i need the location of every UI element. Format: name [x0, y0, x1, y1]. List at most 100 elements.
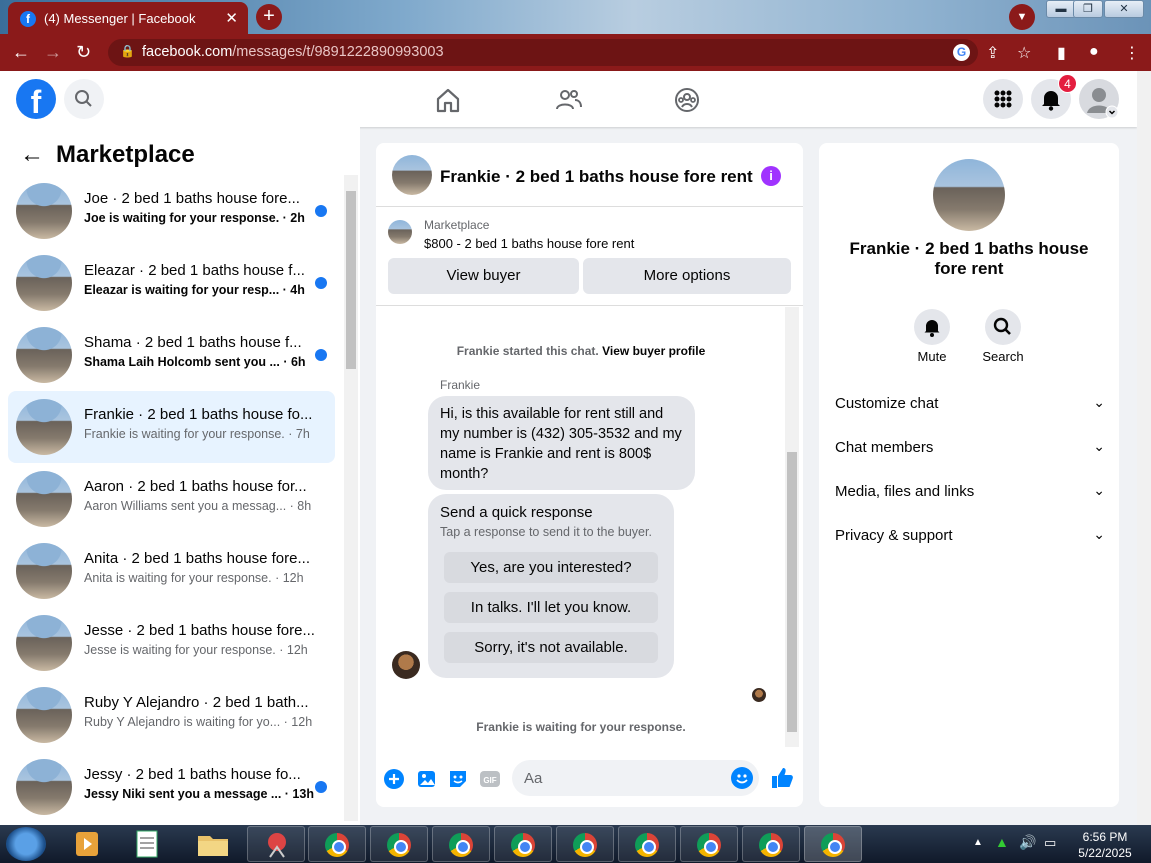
- listing-price-title[interactable]: $800 - 2 bed 1 baths house fore rent: [424, 236, 634, 251]
- quick-reply-button[interactable]: Yes, are you interested?: [444, 552, 658, 583]
- facebook-logo-icon[interactable]: f: [16, 79, 56, 120]
- conversation-list-scrollbar[interactable]: [344, 175, 358, 821]
- search-button[interactable]: [985, 309, 1021, 345]
- page-title: Marketplace: [56, 141, 195, 168]
- share-icon[interactable]: ⇪: [986, 43, 999, 63]
- unread-dot-icon: [315, 349, 327, 361]
- conversation-item[interactable]: Shama · 2 bed 1 baths house f... Shama La…: [8, 319, 335, 391]
- search-icon[interactable]: [64, 79, 104, 119]
- listing-thumbnail[interactable]: [388, 220, 412, 244]
- new-tab-button[interactable]: +: [256, 4, 282, 30]
- gif-icon[interactable]: GIF: [479, 768, 501, 790]
- google-icon[interactable]: G: [953, 44, 970, 61]
- conversation-item[interactable]: Jesse · 2 bed 1 baths house fore... Jesse…: [8, 607, 335, 679]
- back-arrow-icon[interactable]: ←: [20, 141, 48, 169]
- tray-app-icon[interactable]: ▲: [995, 834, 1009, 850]
- chrome-window-icon[interactable]: [742, 826, 800, 862]
- conversation-title: Anita · 2 bed 1 baths house fore...: [84, 550, 310, 567]
- network-icon[interactable]: ▭: [1044, 835, 1056, 851]
- chat-title[interactable]: Frankie · 2 bed 1 baths house fore rent: [440, 167, 753, 187]
- notepad-icon[interactable]: [122, 826, 172, 862]
- scrollbar-thumb[interactable]: [787, 452, 797, 732]
- chrome-window-icon[interactable]: [308, 826, 366, 862]
- chrome-window-active-icon[interactable]: [804, 826, 862, 862]
- back-icon[interactable]: ←: [12, 42, 30, 62]
- like-thumb-icon[interactable]: [769, 765, 795, 791]
- address-bar[interactable]: 🔒 facebook.com/messages/t/98912228909930…: [108, 39, 978, 66]
- conversation-title: Shama · 2 bed 1 baths house f...: [84, 334, 302, 351]
- quick-reply-button[interactable]: Sorry, it's not available.: [444, 632, 658, 663]
- media-files-links-row[interactable]: Media, files and links ⌄: [835, 471, 1105, 515]
- mute-button[interactable]: [914, 309, 950, 345]
- reload-icon[interactable]: ↻: [76, 42, 91, 62]
- message-thread: Frankie started this chat. View buyer pr…: [376, 307, 803, 747]
- tab-search-icon[interactable]: ▼: [1009, 4, 1035, 30]
- minimize-button[interactable]: ▬: [1046, 0, 1076, 18]
- chevron-down-icon: ⌄: [1093, 438, 1105, 454]
- bookmark-star-icon[interactable]: ☆: [1017, 43, 1031, 63]
- profile-avatar[interactable]: [933, 159, 1005, 231]
- conversation-preview: Shama Laih Holcomb sent you ...: [84, 355, 280, 369]
- privacy-support-row[interactable]: Privacy & support ⌄: [835, 515, 1105, 559]
- photo-icon[interactable]: [416, 768, 438, 790]
- view-buyer-profile-link[interactable]: View buyer profile: [602, 344, 705, 358]
- friends-icon[interactable]: [553, 85, 583, 115]
- conversation-preview: Jesse is waiting for your response.: [84, 643, 276, 657]
- conversation-title: Frankie · 2 bed 1 baths house fo...: [84, 406, 313, 423]
- restore-button[interactable]: ❐: [1073, 0, 1103, 18]
- start-button-icon[interactable]: [6, 827, 46, 861]
- info-icon[interactable]: i: [761, 166, 781, 186]
- taskbar-clock[interactable]: 6:56 PM 5/22/2025: [1070, 829, 1140, 861]
- add-plus-icon[interactable]: [383, 768, 405, 790]
- sticker-icon[interactable]: [447, 768, 469, 790]
- file-explorer-icon[interactable]: [188, 826, 238, 862]
- tray-expand-icon[interactable]: ▲: [973, 837, 983, 848]
- side-panel-icon[interactable]: ▮: [1057, 43, 1066, 63]
- quick-reply-button[interactable]: In talks. I'll let you know.: [444, 592, 658, 623]
- conversation-preview-line: Ruby Y Alejandro is waiting for yo... · …: [84, 715, 312, 729]
- close-window-button[interactable]: ✕: [1104, 0, 1144, 18]
- listing-card: Marketplace $800 - 2 bed 1 baths house f…: [376, 208, 803, 306]
- chrome-window-icon[interactable]: [370, 826, 428, 862]
- conversation-item[interactable]: Joe · 2 bed 1 baths house fore... Joe is …: [8, 175, 335, 247]
- conversation-item[interactable]: Jessy · 2 bed 1 baths house fo... Jessy N…: [8, 751, 335, 823]
- message-input[interactable]: Aa: [512, 760, 759, 796]
- chrome-window-icon[interactable]: [556, 826, 614, 862]
- chat-members-row[interactable]: Chat members ⌄: [835, 427, 1105, 471]
- conversation-item[interactable]: Aaron · 2 bed 1 baths house for... Aaron …: [8, 463, 335, 535]
- message-bubble: Hi, is this available for rent still and…: [428, 396, 695, 490]
- conversation-item[interactable]: Frankie · 2 bed 1 baths house fo... Frank…: [8, 391, 335, 463]
- section-label: Customize chat: [835, 395, 939, 412]
- chrome-window-icon[interactable]: [680, 826, 738, 862]
- browser-tab[interactable]: f (4) Messenger | Facebook ✕: [8, 2, 248, 34]
- conversation-item[interactable]: Anita · 2 bed 1 baths house fore... Anita…: [8, 535, 335, 607]
- conversation-item[interactable]: Ruby Y Alejandro · 2 bed 1 bath... Ruby Y…: [8, 679, 335, 751]
- more-options-button[interactable]: More options: [583, 258, 791, 294]
- profile-icon[interactable]: ●: [1089, 43, 1099, 61]
- chrome-window-icon[interactable]: [432, 826, 490, 862]
- volume-icon[interactable]: 🔊: [1019, 834, 1036, 851]
- tab-close-icon[interactable]: ✕: [225, 9, 238, 27]
- chrome-menu-icon[interactable]: ⋮: [1124, 43, 1140, 63]
- url-host: facebook.com: [142, 44, 233, 60]
- waiting-notice: Frankie is waiting for your response.: [476, 720, 686, 734]
- view-buyer-button[interactable]: View buyer: [388, 258, 579, 294]
- home-icon[interactable]: [433, 85, 463, 115]
- chrome-window-icon[interactable]: [494, 826, 552, 862]
- customize-chat-row[interactable]: Customize chat ⌄: [835, 383, 1105, 427]
- media-player-icon[interactable]: [62, 826, 112, 862]
- chrome-window-icon[interactable]: [618, 826, 676, 862]
- conversation-time: · 2h: [279, 211, 305, 225]
- emoji-icon[interactable]: [731, 767, 753, 789]
- account-avatar[interactable]: [1079, 79, 1119, 119]
- snipping-tool-icon[interactable]: [247, 826, 305, 862]
- menu-grid-icon[interactable]: [983, 79, 1023, 119]
- thread-scrollbar[interactable]: [785, 307, 799, 747]
- conversation-item[interactable]: Eleazar · 2 bed 1 baths house f... Eleaza…: [8, 247, 335, 319]
- groups-icon[interactable]: [672, 85, 702, 115]
- forward-icon[interactable]: →: [44, 42, 62, 62]
- page-scrollbar[interactable]: [1137, 71, 1151, 825]
- chrome-icon: [449, 833, 473, 857]
- chat-avatar[interactable]: [392, 155, 432, 195]
- scrollbar-thumb[interactable]: [346, 191, 356, 369]
